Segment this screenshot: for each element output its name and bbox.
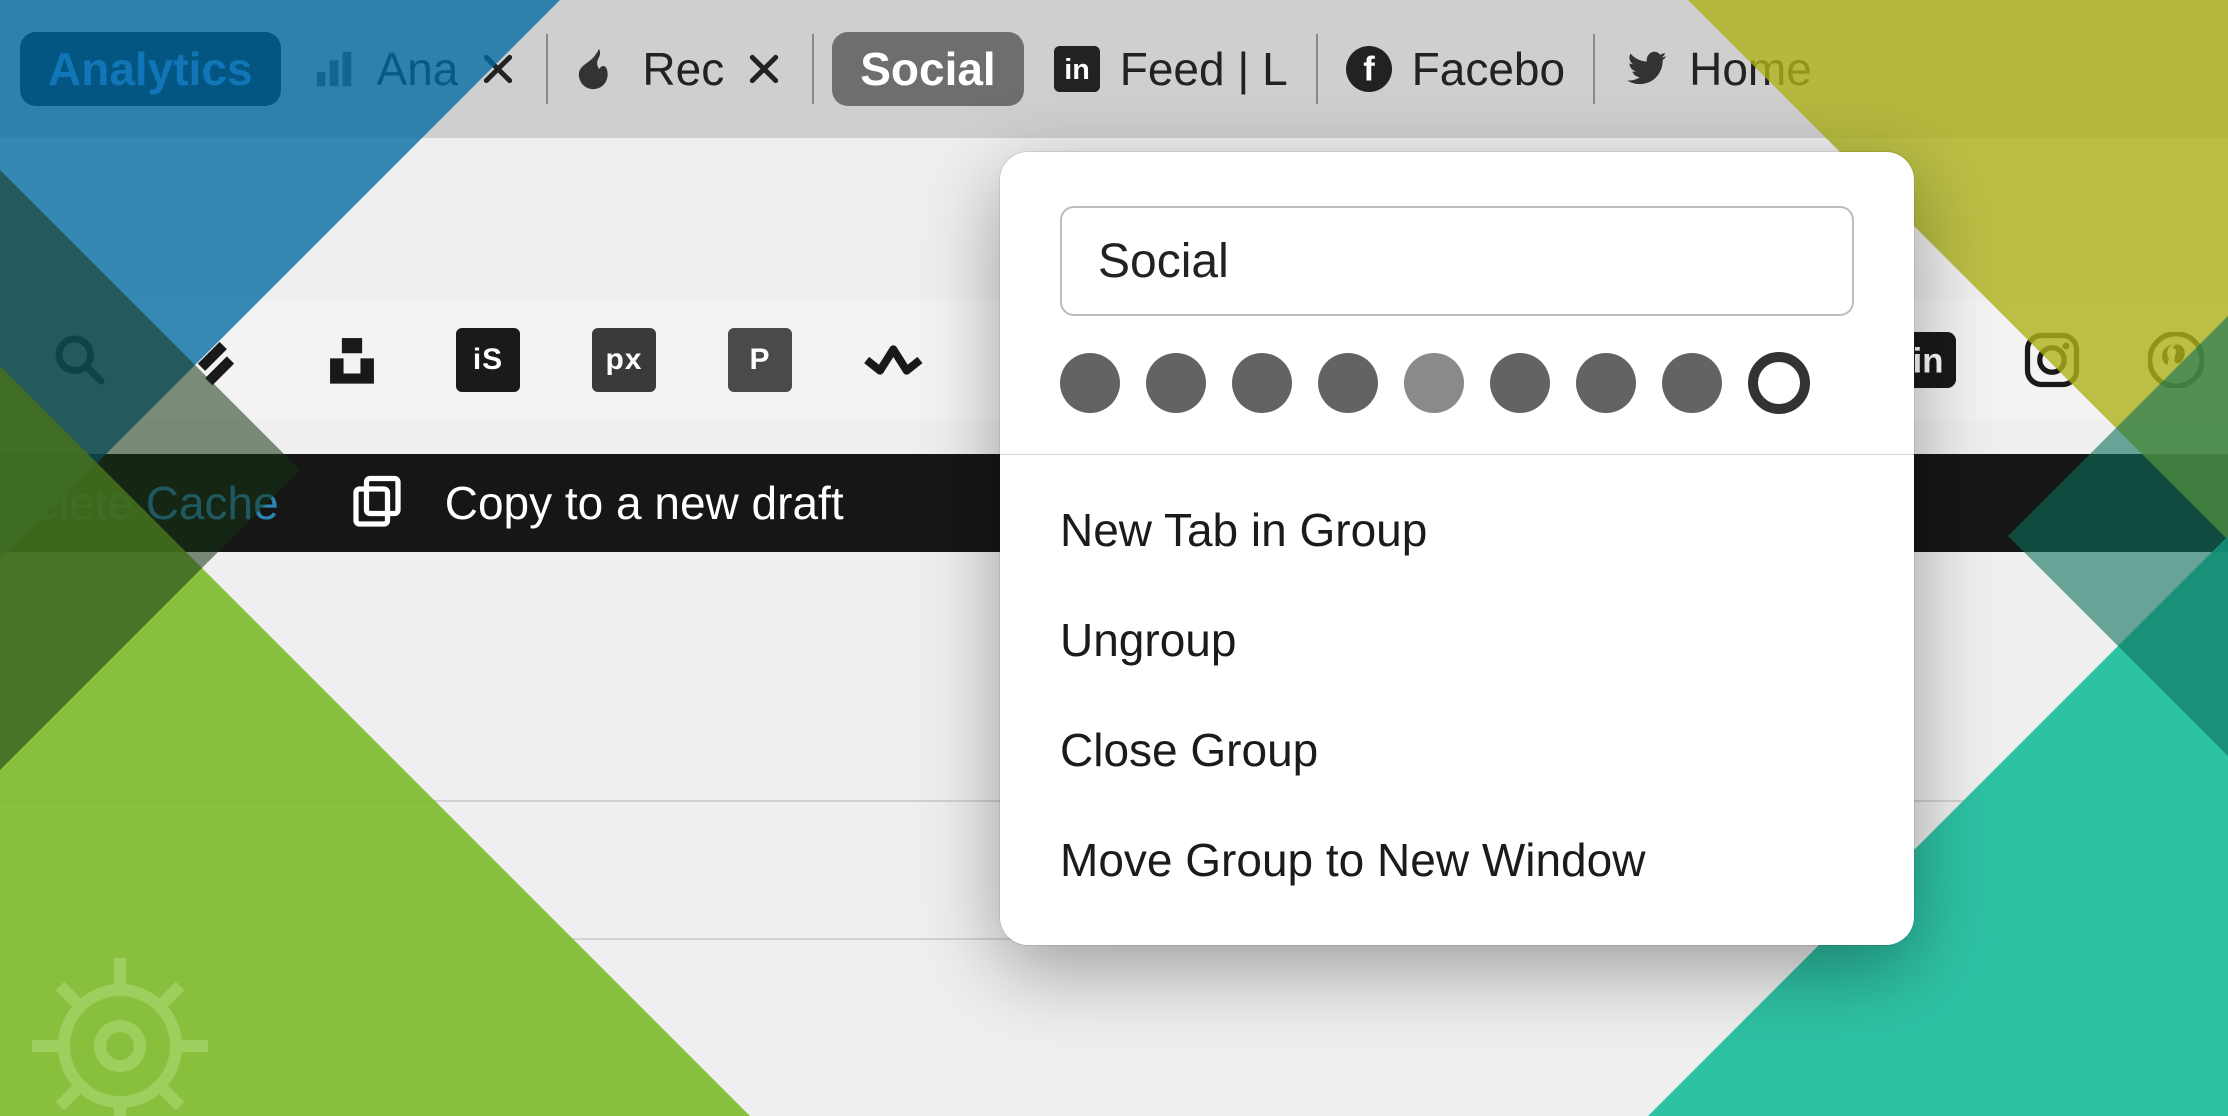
color-swatch-selected[interactable] xyxy=(1748,352,1810,414)
color-swatch[interactable] xyxy=(1060,353,1120,413)
gear-watermark-icon xyxy=(20,946,220,1116)
svg-text:f: f xyxy=(1363,51,1375,89)
tab-recent[interactable]: Rec xyxy=(556,0,804,138)
tab-label: Rec xyxy=(642,42,724,96)
facebook-icon: f xyxy=(1346,46,1392,92)
tab-divider xyxy=(812,34,814,104)
menu-close-group[interactable]: Close Group xyxy=(1000,695,1914,805)
group-color-swatches xyxy=(1000,352,1914,454)
color-swatch[interactable] xyxy=(1576,353,1636,413)
color-swatch[interactable] xyxy=(1146,353,1206,413)
color-swatch[interactable] xyxy=(1318,353,1378,413)
tab-label: Feed | L xyxy=(1120,42,1288,96)
menu-new-tab-in-group[interactable]: New Tab in Group xyxy=(1000,475,1914,585)
tab-group-context-menu: New Tab in Group Ungroup Close Group Mov… xyxy=(1000,152,1914,945)
twitter-icon xyxy=(1623,46,1669,92)
menu-ungroup[interactable]: Ungroup xyxy=(1000,585,1914,695)
tab-label: Facebo xyxy=(1412,42,1565,96)
group-name-input[interactable] xyxy=(1060,206,1854,316)
tab-linkedin[interactable]: in Feed | L xyxy=(1034,0,1308,138)
tab-group-chip-social[interactable]: Social xyxy=(832,32,1024,106)
svg-text:in: in xyxy=(1064,54,1090,86)
tab-facebook[interactable]: f Facebo xyxy=(1326,0,1585,138)
menu-divider xyxy=(1000,454,1914,455)
wave-icon[interactable] xyxy=(864,328,928,392)
stage: Analytics Ana Rec Social in xyxy=(0,0,2228,1116)
color-swatch[interactable] xyxy=(1232,353,1292,413)
linkedin-icon: in xyxy=(1054,46,1100,92)
color-swatch[interactable] xyxy=(1662,353,1722,413)
tab-divider xyxy=(1316,34,1318,104)
flame-icon xyxy=(576,46,622,92)
color-swatch[interactable] xyxy=(1404,353,1464,413)
color-swatch[interactable] xyxy=(1490,353,1550,413)
decor-triangle xyxy=(0,170,300,770)
tab-divider xyxy=(1593,34,1595,104)
decor-triangle xyxy=(2008,316,2228,756)
close-icon[interactable] xyxy=(744,49,784,89)
menu-move-to-new-window[interactable]: Move Group to New Window xyxy=(1000,805,1914,915)
